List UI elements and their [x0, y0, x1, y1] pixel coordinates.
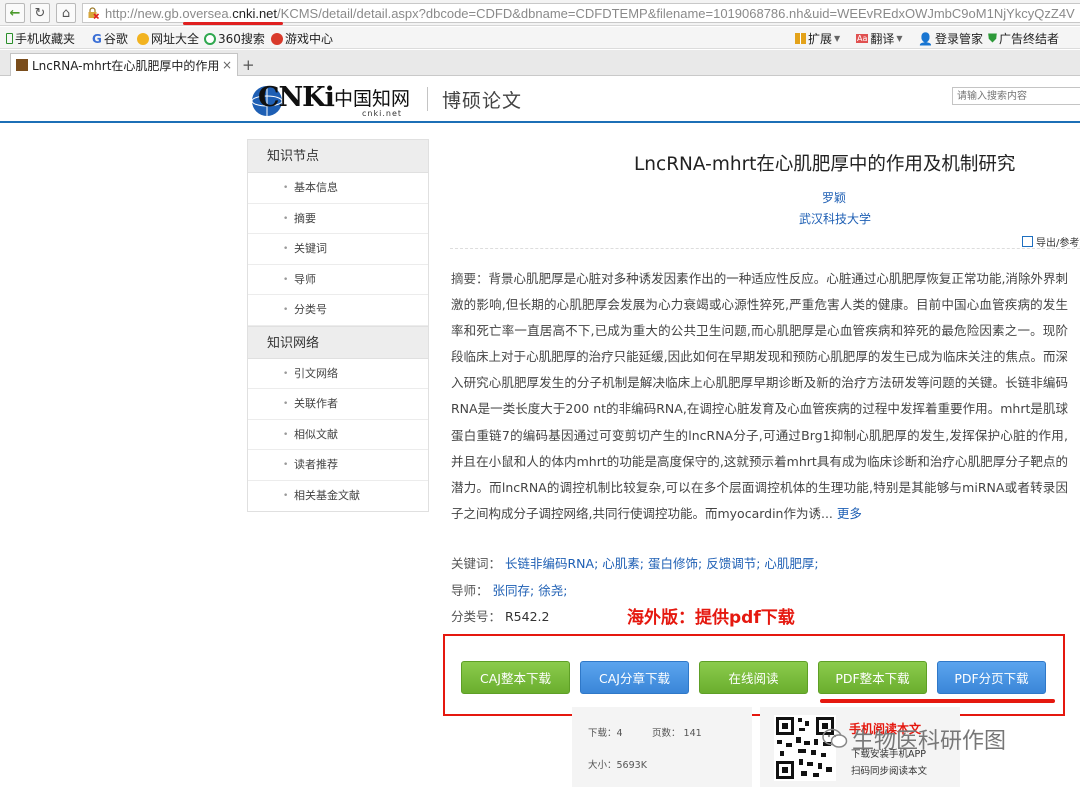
page-count: 页数： 141 — [652, 728, 702, 739]
caj-chapter-download-button[interactable]: CAJ分章下载 — [580, 661, 689, 694]
knowledge-sidebar: 知识节点 基本信息 摘要 关键词 导师 分类号 知识网络 引文网络 关联作者 相… — [247, 139, 429, 512]
read-online-button[interactable]: 在线阅读 — [699, 661, 808, 694]
sidebar-item-basic-info[interactable]: 基本信息 — [248, 173, 428, 204]
stats-panel: 下载：4 页数： 141 大小：5693K — [572, 707, 752, 787]
login-manager[interactable]: 👤 登录管家 — [918, 30, 983, 47]
sidebar-item-related-authors[interactable]: 关联作者 — [248, 389, 428, 420]
sidebar-item-citation-network[interactable]: 引文网络 — [248, 359, 428, 389]
file-size: 大小：5693K — [588, 760, 647, 771]
site-search-input[interactable] — [952, 87, 1080, 105]
abstract-text: 背景心肌肥厚是心脏对多种诱发因素作出的一种适应性反应。心脏通过心肌肥厚恢复正常功… — [451, 271, 1068, 521]
refresh-button[interactable]: ↻ — [30, 3, 50, 23]
advisor-row: 导师： 张同存; 徐尧; — [451, 583, 568, 598]
title-separator — [450, 248, 1080, 249]
url-highlight-underline — [183, 22, 283, 25]
translate-menu[interactable]: Aa 翻译 ▼ — [856, 30, 903, 47]
tab-current[interactable]: LncRNA-mhrt在心肌肥厚中的作用 × — [10, 53, 238, 76]
logo-chinese: 中国知网 — [334, 88, 411, 110]
keyword-link[interactable]: 心肌素; — [602, 556, 644, 571]
download-count: 下载：4 — [588, 728, 623, 739]
fav-google[interactable]: G 谷歌 — [92, 30, 128, 47]
pdf-highlight-underline — [820, 699, 1055, 703]
export-citation-link[interactable]: 导出/参考文 — [1022, 234, 1080, 249]
classification-row: 分类号： R542.2 — [451, 609, 550, 624]
360-icon — [204, 32, 216, 45]
advisor-link[interactable]: 徐尧; — [538, 583, 567, 598]
header-divider — [427, 87, 428, 111]
globe-icon — [137, 32, 149, 45]
paper-title: LncRNA-mhrt在心肌肥厚中的作用及机制研究 — [634, 154, 1016, 175]
url-text: http://new.gb.oversea.cnki.net/KCMS/deta… — [105, 5, 1075, 21]
keyword-link[interactable]: 心肌肥厚; — [764, 556, 818, 571]
game-icon — [271, 32, 283, 45]
fav-hao[interactable]: 网址大全 — [137, 30, 199, 47]
back-arrow-icon: ← — [9, 5, 21, 21]
translate-icon: Aa — [856, 34, 869, 43]
pdf-whole-download-button[interactable]: PDF整本下载 — [818, 661, 927, 694]
author-link[interactable]: 罗颖 — [822, 189, 846, 206]
annotation-note: 海外版：提供pdf下载 — [627, 608, 795, 628]
sidebar-group-network: 知识网络 — [248, 325, 428, 359]
caj-whole-download-button[interactable]: CAJ整本下载 — [461, 661, 570, 694]
sidebar-item-reader-recommend[interactable]: 读者推荐 — [248, 450, 428, 481]
close-tab-icon[interactable]: × — [222, 58, 232, 72]
cnki-logo[interactable]: CNKi 中国知网 cnki.net — [250, 81, 420, 121]
back-button[interactable]: ← — [5, 3, 25, 23]
sidebar-item-advisor[interactable]: 导师 — [248, 265, 428, 295]
adblock[interactable]: ⛊ 广告终结者 — [988, 30, 1059, 47]
fav-360[interactable]: 360搜索 — [204, 30, 265, 47]
home-icon: ⌂ — [61, 5, 71, 21]
more-link[interactable]: 更多 — [837, 506, 862, 521]
phone-icon — [6, 33, 13, 44]
url-field[interactable]: http://new.gb.oversea.cnki.net/KCMS/deta… — [82, 3, 1080, 23]
wechat-icon — [822, 728, 848, 750]
mobile-scan-line: 扫码同步阅读本文 — [851, 766, 928, 777]
home-button[interactable]: ⌂ — [56, 3, 76, 23]
sidebar-item-abstract[interactable]: 摘要 — [248, 204, 428, 234]
logo-latin: CNKi — [258, 82, 335, 113]
sidebar-item-fund-papers[interactable]: 相关基金文献 — [248, 481, 428, 512]
sidebar-item-keywords[interactable]: 关键词 — [248, 234, 428, 265]
sidebar-item-similar-papers[interactable]: 相似文献 — [248, 420, 428, 450]
keywords-row: 关键词： 长链非编码RNA; 心肌素; 蛋白修饰; 反馈调节; 心肌肥厚; — [451, 556, 819, 571]
export-icon — [1022, 236, 1033, 247]
refresh-icon: ↻ — [34, 5, 46, 21]
keyword-link[interactable]: 蛋白修饰; — [648, 556, 702, 571]
dropdown-arrow-icon: ▼ — [896, 34, 903, 43]
abstract-label: 摘要： — [451, 271, 489, 286]
sidebar-group-nodes: 知识节点 — [248, 140, 428, 173]
security-warning-icon — [87, 7, 100, 20]
user-icon: 👤 — [918, 31, 933, 46]
keyword-link[interactable]: 反馈调节; — [706, 556, 760, 571]
abstract-block: 摘要：背景心肌肥厚是心脏对多种诱发因素作出的一种适应性反应。心脏通过心肌肥厚恢复… — [451, 266, 1068, 527]
address-bar: ← ↻ ⌂ http://new.gb.oversea.cnki.net/KCM… — [0, 0, 1080, 26]
advisor-link[interactable]: 张同存; — [493, 583, 535, 598]
fav-games[interactable]: 游戏中心 — [271, 30, 333, 47]
sidebar-item-classification[interactable]: 分类号 — [248, 295, 428, 326]
classification-value: R542.2 — [505, 609, 550, 624]
site-header: CNKi 中国知网 cnki.net 博硕论文 — [0, 77, 1080, 123]
new-tab-button[interactable]: + — [242, 56, 255, 74]
favorites-bar: 手机收藏夹 G 谷歌 网址大全 360搜索 游戏中心 扩展 ▼ Aa 翻译 ▼ … — [0, 27, 1080, 49]
google-icon: G — [92, 31, 102, 46]
grid-icon — [795, 33, 806, 44]
pdf-page-download-button[interactable]: PDF分页下载 — [937, 661, 1046, 694]
dropdown-arrow-icon: ▼ — [834, 34, 841, 43]
shield-icon: ⛊ — [988, 31, 998, 45]
keyword-link[interactable]: 长链非编码RNA; — [505, 556, 598, 571]
tab-bar: LncRNA-mhrt在心肌肥厚中的作用 × + — [0, 50, 1080, 76]
affiliation-link[interactable]: 武汉科技大学 — [799, 210, 871, 227]
fav-mobile[interactable]: 手机收藏夹 — [6, 30, 75, 47]
extensions-menu[interactable]: 扩展 ▼ — [795, 30, 840, 47]
section-title: 博硕论文 — [442, 90, 523, 112]
wechat-watermark: 生物医科研作图 — [822, 723, 1006, 755]
cnki-favicon-icon — [16, 59, 28, 71]
logo-domain: cnki.net — [362, 109, 402, 118]
